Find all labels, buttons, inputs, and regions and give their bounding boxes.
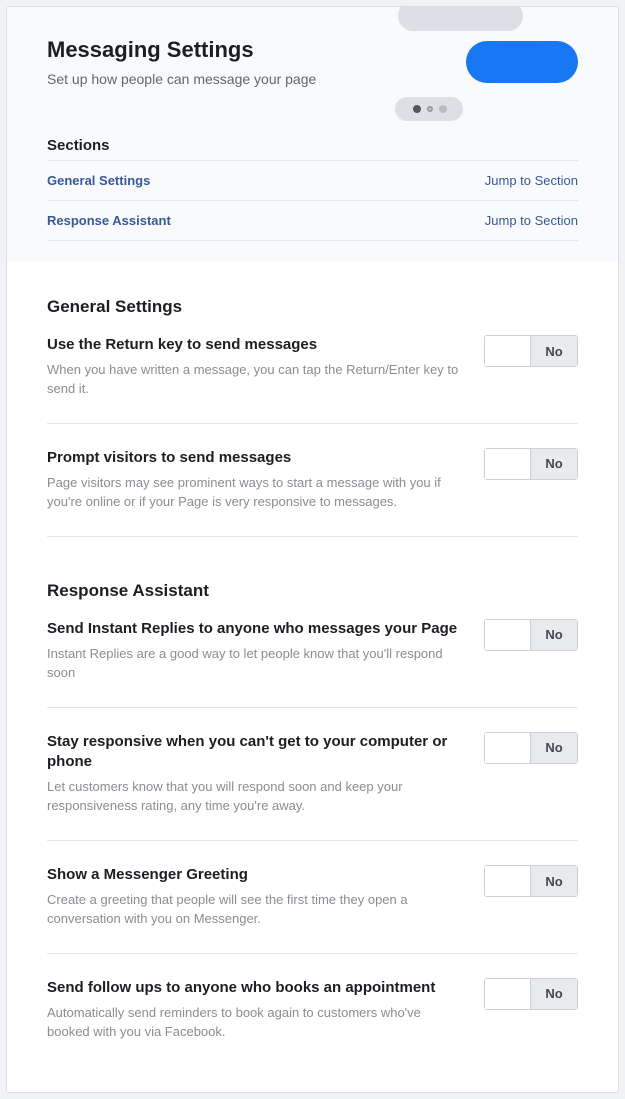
toggle-no[interactable]: No [531,979,577,1009]
jump-link-assistant[interactable]: Jump to Section [485,213,578,228]
toggle-return-key[interactable]: No [484,335,578,367]
setting-desc: When you have written a message, you can… [47,361,464,399]
settings-card: Messaging Settings Set up how people can… [6,6,619,1093]
toggle-no[interactable]: No [531,866,577,896]
toggle-yes[interactable] [485,979,531,1009]
sections-heading: Sections [47,137,578,154]
toggle-no[interactable]: No [531,336,577,366]
dot-icon [427,106,433,112]
setting-desc: Page visitors may see prominent ways to … [47,474,464,512]
setting-title: Stay responsive when you can't get to yo… [47,732,464,773]
section-link-assistant[interactable]: Response Assistant [47,213,171,228]
toggle-yes[interactable] [485,866,531,896]
setting-title: Use the Return key to send messages [47,335,464,355]
dot-icon [413,105,421,113]
bubble-decoration-blue [466,41,578,83]
toggle-follow-ups[interactable]: No [484,978,578,1010]
section-link-general[interactable]: General Settings [47,173,150,188]
setting-desc: Let customers know that you will respond… [47,778,464,816]
setting-title: Prompt visitors to send messages [47,448,464,468]
dot-icon [439,105,447,113]
section-link-row: Response Assistant Jump to Section [47,200,578,241]
toggle-yes[interactable] [485,449,531,479]
typing-indicator-icon [395,97,463,121]
bubble-decoration-gray [398,6,523,31]
toggle-prompt-visitors[interactable]: No [484,448,578,480]
setting-row-greeting: Show a Messenger Greeting Create a greet… [47,865,578,954]
jump-link-general[interactable]: Jump to Section [485,173,578,188]
toggle-no[interactable]: No [531,733,577,763]
toggle-yes[interactable] [485,733,531,763]
setting-row-prompt-visitors: Prompt visitors to send messages Page vi… [47,448,578,537]
assistant-heading: Response Assistant [47,581,578,601]
body-block: General Settings Use the Return key to s… [7,261,618,1093]
toggle-no[interactable]: No [531,620,577,650]
setting-title: Send Instant Replies to anyone who messa… [47,619,464,639]
setting-row-return-key: Use the Return key to send messages When… [47,335,578,424]
section-link-row: General Settings Jump to Section [47,160,578,200]
toggle-instant-replies[interactable]: No [484,619,578,651]
setting-row-stay-responsive: Stay responsive when you can't get to yo… [47,732,578,841]
setting-row-follow-ups: Send follow ups to anyone who books an a… [47,978,578,1066]
setting-title: Show a Messenger Greeting [47,865,464,885]
setting-desc: Create a greeting that people will see t… [47,891,464,929]
setting-desc: Instant Replies are a good way to let pe… [47,645,464,683]
general-heading: General Settings [47,297,578,317]
toggle-greeting[interactable]: No [484,865,578,897]
header-block: Messaging Settings Set up how people can… [7,7,618,261]
toggle-no[interactable]: No [531,449,577,479]
toggle-yes[interactable] [485,336,531,366]
setting-row-instant-replies: Send Instant Replies to anyone who messa… [47,619,578,708]
setting-desc: Automatically send reminders to book aga… [47,1004,464,1042]
toggle-yes[interactable] [485,620,531,650]
toggle-stay-responsive[interactable]: No [484,732,578,764]
setting-title: Send follow ups to anyone who books an a… [47,978,464,998]
